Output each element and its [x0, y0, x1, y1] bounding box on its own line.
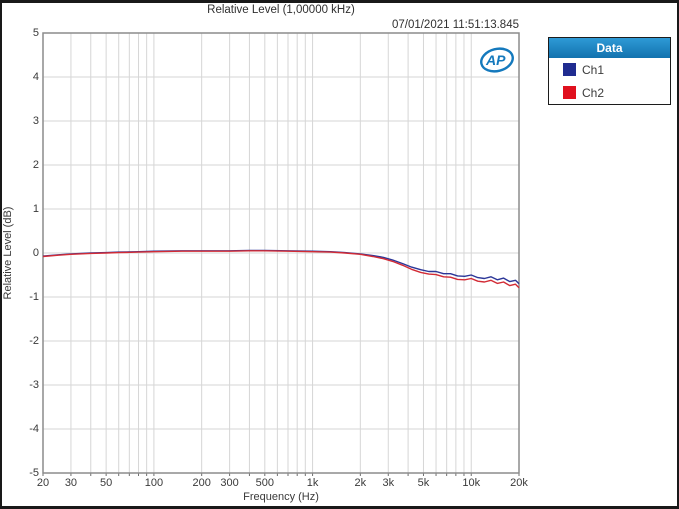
legend-swatch-ch2-icon — [563, 86, 576, 99]
graph-panel: Relative Level (1,00000 kHz) 07/01/2021 … — [0, 0, 679, 509]
y-tick-label: -4 — [2, 422, 39, 436]
chart-plot-area[interactable] — [43, 33, 519, 473]
legend-header[interactable]: Data — [549, 38, 670, 58]
audio-precision-logo-icon: AP — [477, 45, 517, 77]
x-tick-label: 500 — [243, 477, 287, 490]
chart-canvas — [43, 33, 519, 473]
legend-label: Ch1 — [582, 63, 604, 77]
series-line-ch1[interactable] — [43, 250, 519, 283]
y-tick-label: 3 — [2, 114, 39, 128]
legend-label: Ch2 — [582, 86, 604, 100]
measurement-timestamp: 07/01/2021 11:51:13.845 — [392, 19, 519, 31]
chart-title: Relative Level (1,00000 kHz) — [43, 4, 519, 16]
x-tick-label: 20k — [497, 477, 541, 490]
x-tick-label: 10k — [449, 477, 493, 490]
legend-box: Data Ch1 Ch2 — [548, 37, 671, 105]
ap-logo-text: AP — [485, 52, 506, 68]
y-tick-label: 5 — [2, 26, 39, 40]
y-tick-label: 4 — [2, 70, 39, 84]
legend-swatch-ch1-icon — [563, 63, 576, 76]
x-tick-label: 100 — [132, 477, 176, 490]
x-axis-label: Frequency (Hz) — [43, 491, 519, 503]
y-axis-label: Relative Level (dB) — [2, 153, 16, 353]
series-line-ch2[interactable] — [43, 251, 519, 288]
legend-items: Ch1 Ch2 — [549, 58, 670, 104]
legend-item-ch1[interactable]: Ch1 — [549, 58, 670, 81]
y-tick-label: -3 — [2, 378, 39, 392]
legend-item-ch2[interactable]: Ch2 — [549, 81, 670, 104]
x-tick-label: 1k — [291, 477, 335, 490]
x-tick-label: 50 — [84, 477, 128, 490]
x-tick-label: 5k — [401, 477, 445, 490]
